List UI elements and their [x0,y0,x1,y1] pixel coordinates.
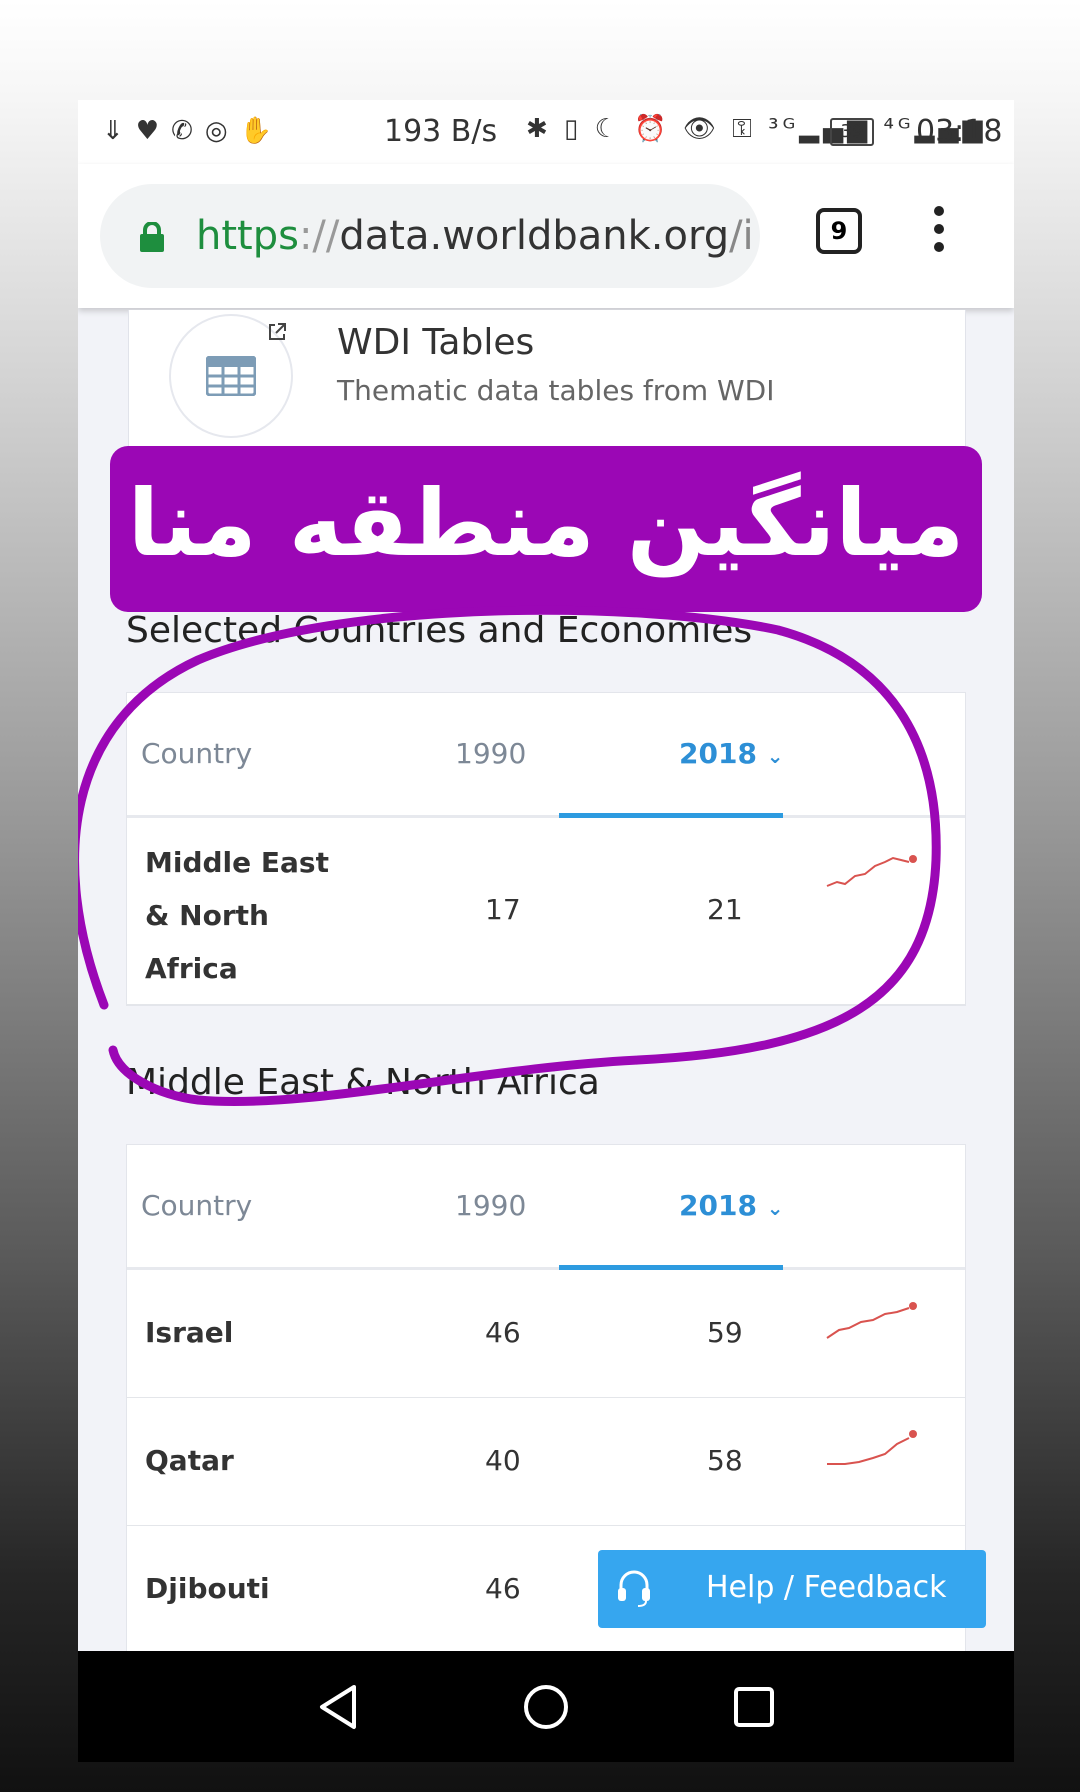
headset-icon [618,1570,650,1607]
chevron-down-icon: ⌄ [766,1196,784,1220]
col-country[interactable]: Country [141,737,252,770]
help-label: Help / Feedback [706,1570,947,1605]
year-label: 2018 [679,1189,757,1222]
value-2018: 59 [707,1316,743,1349]
system-nav-bar [78,1651,1014,1762]
col-2018-selector[interactable]: 2018 ⌄ [679,1189,783,1222]
table-row[interactable]: Middle East & North Africa 17 21 [127,818,965,1005]
selected-section-title: Selected Countries and Economies [126,610,753,651]
value-2018: 21 [707,893,743,926]
country-name-line: & North [145,899,269,932]
browser-toolbar: https://data.worldbank.org/in 9 [78,164,1014,308]
country-name[interactable]: Middle East & North Africa [145,836,329,995]
help-feedback-button[interactable]: Help / Feedback [598,1550,986,1628]
value-1990: 40 [485,1444,521,1477]
overflow-menu-icon[interactable] [934,206,946,260]
annotation-banner: میانگین منطقه منا [110,446,982,612]
table-row[interactable]: Qatar 40 58 [127,1398,965,1526]
instagram-icon: ◎ [204,116,228,146]
url-scheme: https [196,213,299,259]
country-name[interactable]: Qatar [145,1444,234,1477]
wdi-title[interactable]: WDI Tables [337,322,534,363]
sparkline[interactable] [825,1300,919,1344]
network-speed: 193 B/s [384,114,498,149]
table-header: Country 1990 2018 ⌄ [127,693,965,818]
country-name[interactable]: Djibouti [145,1572,270,1605]
phone-screen: ⇓ ♥ ✆ ◎ ✋ 193 B/s ✱ ▯ ☾ ⏰ 👁 ⚿ ³ᴳ▂▄▆ ⁴ᴳ▂▄… [78,100,1014,1762]
external-link-icon[interactable] [267,322,287,342]
col-country[interactable]: Country [141,1189,252,1222]
table-icon [206,356,256,396]
download-icon: ⇓ [102,116,124,146]
banner-text: میانگین منطقه منا [127,470,965,577]
col-1990[interactable]: 1990 [455,737,526,770]
table-header: Country 1990 2018 ⌄ [127,1145,965,1270]
tab-switcher-button[interactable]: 9 [816,208,862,254]
year-label: 2018 [679,737,757,770]
url-path: /in [729,213,751,259]
notification-icons: ⇓ ♥ ✆ ◎ ✋ [102,114,272,148]
country-name-line: Africa [145,952,238,985]
address-bar[interactable]: https://data.worldbank.org/in [100,184,760,288]
country-name[interactable]: Israel [145,1316,233,1349]
wdi-subtitle: Thematic data tables from WDI [337,374,775,407]
heart-icon: ♥ [135,116,160,146]
country-name-line: Middle East [145,846,329,879]
value-1990: 46 [485,1572,521,1605]
value-1990: 17 [485,893,521,926]
sparkline[interactable] [825,1428,919,1472]
clock: 03:18 [916,114,1003,149]
hand-icon: ✋ [239,116,272,146]
lock-icon [140,222,164,252]
url-separator: :// [298,213,340,259]
sparkline[interactable] [825,852,919,896]
col-2018-selector[interactable]: 2018 ⌄ [679,737,783,770]
table-row[interactable]: Israel 46 59 [127,1270,965,1398]
chevron-down-icon: ⌄ [766,744,784,768]
value-2018: 58 [707,1444,743,1477]
url-text[interactable]: https://data.worldbank.org/in [196,212,751,260]
recents-icon[interactable] [732,1683,776,1731]
status-bar: ⇓ ♥ ✆ ◎ ✋ 193 B/s ✱ ▯ ☾ ⏰ 👁 ⚿ ³ᴳ▂▄▆ ⁴ᴳ▂▄… [78,100,1014,164]
battery-icon: 39 [830,118,874,146]
url-host: data.worldbank.org [339,213,730,259]
home-icon[interactable] [522,1683,570,1731]
selected-table: Country 1990 2018 ⌄ Middle East & North … [126,692,966,1006]
col-1990[interactable]: 1990 [455,1189,526,1222]
mena-section-title: Middle East & North Africa [126,1062,600,1103]
value-1990: 46 [485,1316,521,1349]
back-icon[interactable] [316,1683,360,1731]
whatsapp-icon: ✆ [171,116,193,146]
